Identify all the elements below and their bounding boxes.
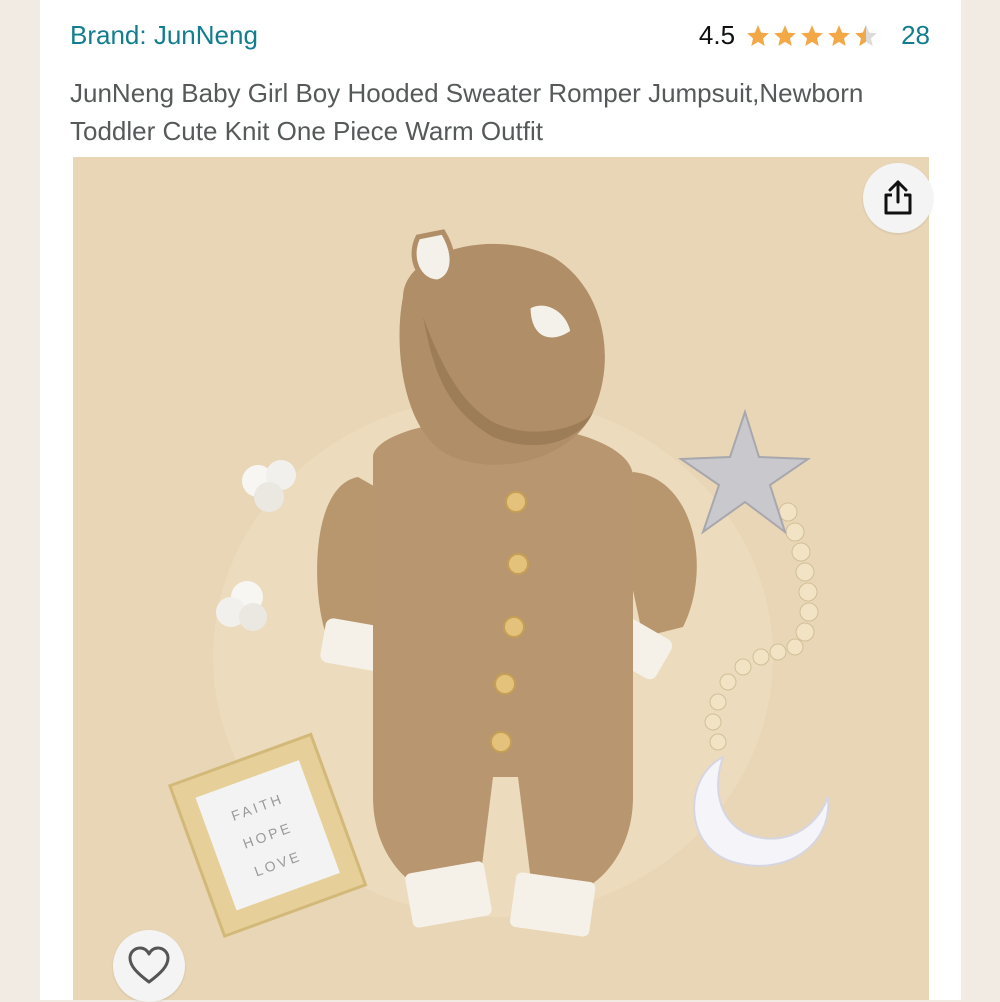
romper-illustration: FAITH HOPE LOVE [73,157,929,1000]
star-icon [747,24,769,46]
wishlist-button[interactable] [113,930,185,1002]
product-image[interactable]: FAITH HOPE LOVE [73,157,929,1000]
star-icon [774,24,796,46]
brand-link[interactable]: Brand: JunNeng [70,20,258,51]
star-icon [828,24,850,46]
review-count-link[interactable]: 28 [901,20,930,51]
star-rating [745,23,879,49]
star-icon [801,24,823,46]
heart-icon [128,946,170,984]
share-button[interactable] [863,163,933,233]
half-star-icon [855,24,877,46]
product-title: JunNeng Baby Girl Boy Hooded Sweater Rom… [70,78,864,146]
brand-rating-row: Brand: JunNeng 4.5 28 [70,18,930,58]
share-icon [884,180,912,215]
rating-summary[interactable]: 4.5 28 [699,20,930,51]
rating-value: 4.5 [698,20,736,50]
product-card: Brand: JunNeng 4.5 28 JunNeng Baby Girl … [40,0,961,1002]
